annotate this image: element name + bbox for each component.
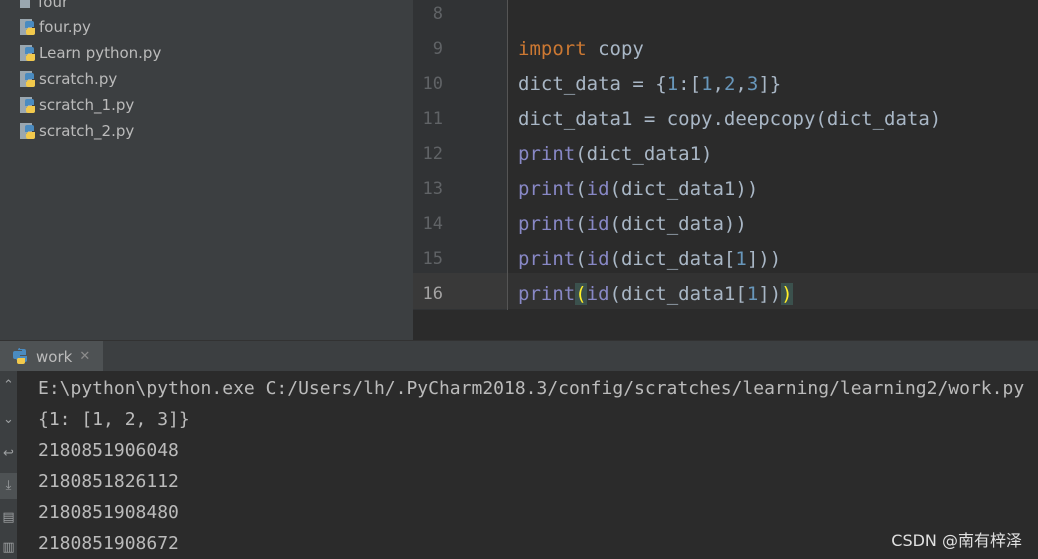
line-number: 13 xyxy=(422,179,443,199)
code-line-11[interactable]: dict_data1 = copy.deepcopy(dict_data) xyxy=(518,102,941,137)
run-tab-label: work xyxy=(36,347,73,366)
code-line-13[interactable]: print(id(dict_data1)) xyxy=(518,172,758,207)
line-number: 11 xyxy=(422,109,443,129)
console-line: {1: [1, 2, 3]} xyxy=(38,409,190,430)
tree-item-label: Learn python.py xyxy=(39,44,162,62)
run-toolbar: ⌃ ⌄ ↩ ⤓ ▤ ▥ xyxy=(0,371,17,559)
print-icon[interactable]: ▤ xyxy=(0,505,17,531)
python-file-icon xyxy=(18,43,38,63)
tree-item-label: scratch_1.py xyxy=(39,96,135,114)
code-line-15[interactable]: print(id(dict_data[1])) xyxy=(518,242,781,277)
code-editor[interactable]: 8 9 10 11 12 13 14 15 16 import copy dic… xyxy=(413,0,1038,310)
tree-item-label: four.py xyxy=(39,18,91,36)
console-line: 2180851826112 xyxy=(38,471,179,492)
run-tool-window-header: work ✕ xyxy=(0,340,1038,372)
editor-empty-area xyxy=(413,310,1038,340)
python-file-icon xyxy=(18,121,38,141)
python-file-icon xyxy=(18,17,38,37)
trash-icon[interactable]: ▥ xyxy=(0,535,17,559)
console-line: 2180851908672 xyxy=(38,533,179,554)
line-number: 9 xyxy=(432,39,443,59)
project-tree-panel: four four.py Learn python.py scratch.py … xyxy=(0,0,413,340)
python-file-icon xyxy=(18,95,38,115)
tree-item-scratch-py[interactable]: scratch.py xyxy=(18,66,117,92)
tree-item-scratch-1-py[interactable]: scratch_1.py xyxy=(18,92,134,118)
line-number: 14 xyxy=(422,214,443,234)
close-icon[interactable]: ✕ xyxy=(79,349,90,364)
line-number: 12 xyxy=(422,144,443,164)
tree-item-learn-python-py[interactable]: Learn python.py xyxy=(18,40,161,66)
code-line-10[interactable]: dict_data = {1:[1,2,3]} xyxy=(518,67,781,102)
gutter-divider xyxy=(507,0,508,310)
code-line-16[interactable]: print(id(dict_data1[1])) xyxy=(518,277,793,310)
console-output[interactable]: E:\python\python.exe C:/Users/lh/.PyChar… xyxy=(17,371,1038,559)
line-number-current: 16 xyxy=(422,284,443,304)
arrow-down-icon[interactable]: ⌄ xyxy=(0,407,17,433)
tree-item-label: scratch_2.py xyxy=(39,122,135,140)
code-line-9[interactable]: import copy xyxy=(518,32,644,67)
tree-item-label: scratch.py xyxy=(39,70,118,88)
python-file-icon xyxy=(18,69,38,89)
line-number: 10 xyxy=(422,74,443,94)
python-run-icon xyxy=(12,347,30,366)
tree-item-four[interactable]: four xyxy=(18,0,68,15)
watermark: CSDN @南有梓泽 xyxy=(891,531,1022,550)
arrow-up-icon[interactable]: ⌃ xyxy=(0,373,17,399)
console-line: 2180851908480 xyxy=(38,502,179,523)
file-icon xyxy=(18,0,32,9)
console-line: E:\python\python.exe C:/Users/lh/.PyChar… xyxy=(38,378,1025,399)
tree-item-label: four xyxy=(38,0,69,11)
run-tab-work[interactable]: work ✕ xyxy=(0,341,103,372)
tree-item-four-py[interactable]: four.py xyxy=(18,14,91,40)
scroll-to-end-icon[interactable]: ⤓ xyxy=(0,473,17,499)
tree-item-scratch-2-py[interactable]: scratch_2.py xyxy=(18,118,134,144)
console-line: 2180851906048 xyxy=(38,440,179,461)
soft-wrap-icon[interactable]: ↩ xyxy=(0,441,17,467)
line-number: 8 xyxy=(432,4,443,24)
code-line-12[interactable]: print(dict_data1) xyxy=(518,137,712,172)
code-line-14[interactable]: print(id(dict_data)) xyxy=(518,207,747,242)
line-number: 15 xyxy=(422,249,443,269)
